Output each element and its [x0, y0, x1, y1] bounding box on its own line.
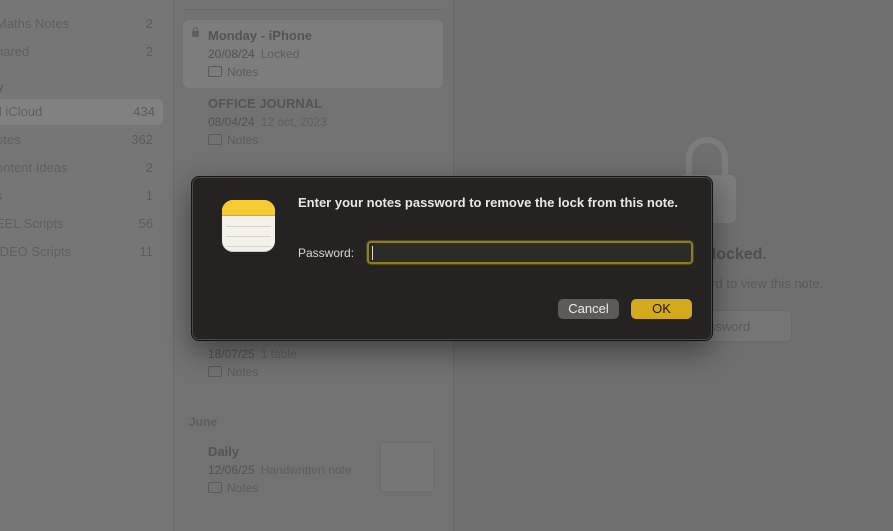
sidebar: Maths Notes 2 hared 2 y ll iCloud 434 ot…	[0, 0, 174, 531]
sidebar-item-maths-notes[interactable]: Maths Notes 2	[0, 11, 161, 37]
sidebar-item-all-icloud[interactable]: ll iCloud 434	[0, 99, 163, 125]
note-title: Monday - iPhone	[208, 28, 312, 43]
note-folder-label: Notes	[227, 65, 259, 79]
lock-icon	[192, 27, 199, 37]
note-preview: Handwritten note	[260, 463, 352, 477]
notes-app-icon	[222, 200, 275, 252]
note-row-office-journal[interactable]: OFFICE JOURNAL 08/04/24 12 oct, 2023 Note…	[183, 88, 443, 156]
sidebar-item-label: s	[0, 183, 3, 209]
note-folder-label: Notes	[227, 365, 259, 379]
note-preview: Locked	[260, 47, 300, 61]
folder-icon	[208, 134, 222, 145]
sidebar-item-count: 11	[139, 244, 154, 259]
sidebar-item-label: ontent Ideas	[0, 160, 68, 175]
cancel-button[interactable]: Cancel	[558, 299, 619, 319]
note-preview: 1 table	[260, 347, 297, 361]
note-row-daily[interactable]: Daily 12/06/25 Handwritten note Notes	[183, 436, 443, 504]
sidebar-item-folder[interactable]: s 1	[0, 183, 161, 209]
text-caret	[372, 246, 373, 260]
sidebar-item-shared[interactable]: hared 2	[0, 39, 161, 65]
note-meta: 12/06/25 Handwritten note	[208, 463, 351, 477]
note-title: OFFICE JOURNAL	[208, 96, 323, 111]
note-row-monday-iphone[interactable]: Monday - iPhone 20/08/24 Locked Notes	[183, 20, 443, 88]
folder-icon	[208, 482, 222, 493]
note-date: 08/04/24	[208, 115, 255, 129]
folder-icon	[208, 366, 222, 377]
note-folder-label: Notes	[227, 481, 259, 495]
note-folder-label: Notes	[227, 133, 259, 147]
sidebar-item-content-ideas[interactable]: ontent Ideas 2	[0, 155, 161, 181]
sidebar-item-label: Maths Notes	[0, 16, 69, 31]
ok-button[interactable]: OK	[631, 299, 692, 319]
sidebar-item-label: ll iCloud	[0, 104, 43, 119]
note-date: 20/08/24	[208, 47, 255, 61]
note-meta: 08/04/24 12 oct, 2023	[208, 115, 327, 129]
sidebar-item-reel-scripts[interactable]: EEL Scripts 56	[0, 211, 161, 237]
dialog-message: Enter your notes password to remove the …	[298, 195, 678, 210]
sidebar-item-count: 1	[145, 188, 153, 203]
note-folder: Notes	[208, 133, 258, 147]
enter-password-label: ssword	[709, 319, 751, 334]
month-header: June	[189, 415, 218, 429]
note-date: 18/07/25	[208, 347, 255, 361]
note-meta: 18/07/25 1 table	[208, 347, 297, 361]
password-label: Password:	[298, 246, 355, 260]
sidebar-item-count: 2	[145, 44, 153, 59]
note-folder: Notes	[208, 481, 258, 495]
locked-subtitle: ord to view this note.	[704, 276, 824, 291]
sidebar-item-count: 434	[133, 104, 155, 119]
divider	[184, 9, 442, 10]
note-meta: 20/08/24 Locked	[208, 47, 299, 61]
sidebar-item-label: otes	[0, 132, 21, 147]
note-folder: Notes	[208, 365, 258, 379]
sidebar-item-label: EEL Scripts	[0, 216, 64, 231]
sidebar-item-count: 362	[131, 132, 153, 147]
note-title: Daily	[208, 444, 240, 459]
sidebar-item-count: 56	[138, 216, 153, 231]
note-preview: 12 oct, 2023	[260, 115, 327, 129]
password-dialog: Enter your notes password to remove the …	[192, 177, 712, 340]
folder-icon	[208, 66, 222, 77]
sidebar-item-label: hared	[0, 44, 30, 59]
sidebar-item-label: IDEO Scripts	[0, 244, 72, 259]
sidebar-section-header: y	[0, 80, 4, 94]
sidebar-item-count: 2	[145, 160, 153, 175]
password-input[interactable]	[367, 241, 693, 264]
sidebar-item-notes[interactable]: otes 362	[0, 127, 161, 153]
sidebar-item-video-scripts[interactable]: IDEO Scripts 11	[0, 239, 161, 265]
sidebar-item-count: 2	[145, 16, 153, 31]
note-thumbnail	[380, 442, 434, 492]
note-date: 12/06/25	[208, 463, 255, 477]
note-folder: Notes	[208, 65, 258, 79]
